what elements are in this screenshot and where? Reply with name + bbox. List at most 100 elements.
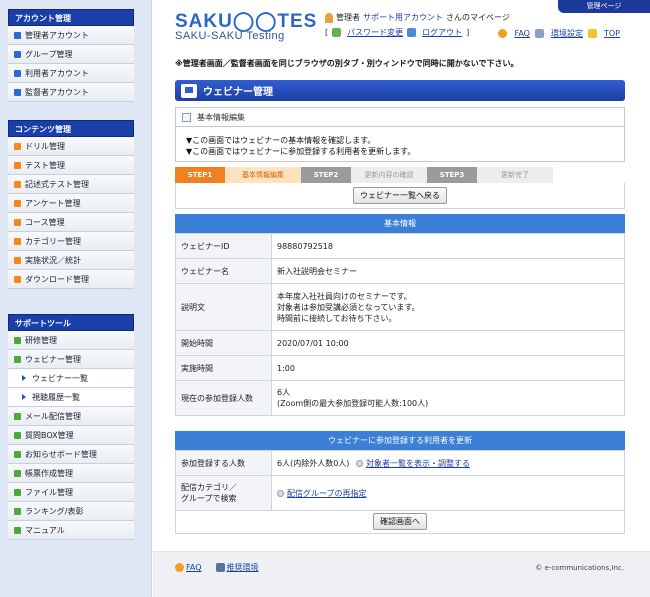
sidebar-section-title: アカウント管理 bbox=[8, 9, 134, 26]
sidebar-section: アカウント管理管理者アカウント グループ管理利用者アカウント 監督者アカウント bbox=[8, 9, 134, 102]
sidebar-item[interactable]: 視聴履歴一覧 bbox=[8, 388, 134, 407]
page-title: ウェビナー管理 bbox=[203, 87, 273, 98]
footer-env: 推奨環境 bbox=[215, 562, 259, 573]
menu-square-icon bbox=[14, 142, 21, 150]
row-key: ウェビナー名 bbox=[175, 258, 272, 284]
footer-links: FAQ 推奨環境 bbox=[175, 562, 259, 573]
menu-square-icon bbox=[14, 69, 21, 77]
sidebar-item[interactable]: ウェビナー管理 bbox=[8, 350, 134, 369]
sidebar-item-label: 管理者アカウント bbox=[25, 30, 89, 40]
table-row: 説明文 本年度入社社員向けのセミナーです。 対象者は参加受講必須となっています。… bbox=[175, 283, 625, 331]
sidebar-item[interactable]: コース管理 bbox=[8, 213, 134, 232]
menu-square-icon bbox=[14, 50, 21, 58]
sidebar-item-label: 利用者アカウント bbox=[25, 68, 89, 78]
sidebar-item[interactable]: 帳票作成管理 bbox=[8, 464, 134, 483]
sidebar-item-label: 監督者アカウント bbox=[25, 87, 89, 97]
sidebar-item-label: グループ管理 bbox=[25, 49, 73, 59]
menu-square-icon bbox=[14, 488, 21, 496]
account-links: [ パスワード変更 ログアウト ] bbox=[325, 27, 469, 38]
sidebar-item[interactable]: マニュアル bbox=[8, 521, 134, 540]
menu-square-icon bbox=[14, 199, 21, 207]
confirm-button-row: 確認画面へ bbox=[175, 510, 625, 534]
sidebar-item[interactable]: 研修管理 bbox=[8, 331, 134, 350]
sidebar-item[interactable]: ファイル管理 bbox=[8, 483, 134, 502]
logout-link[interactable]: ログアウト bbox=[422, 27, 462, 38]
update-table: 参加登録する人数 6人(内除外人数0人) 対象者一覧を表示・調整する 配信カテゴ… bbox=[175, 450, 625, 511]
sidebar-item[interactable]: ダウンロード管理 bbox=[8, 270, 134, 289]
sidebar-section: コンテンツ管理ドリル管理テスト管理 記述式テスト管理アンケート管理コース管理 カテゴ… bbox=[8, 120, 134, 289]
menu-square-icon bbox=[14, 507, 21, 515]
home-icon bbox=[587, 29, 597, 38]
table-row: ウェビナーID 98880792518 bbox=[175, 233, 625, 259]
footer: FAQ 推奨環境 © e-communications,Inc. bbox=[153, 551, 650, 597]
confirm-button[interactable]: 確認画面へ bbox=[373, 513, 427, 530]
admin-page-tab[interactable]: 管理ページ bbox=[558, 0, 650, 13]
basic-info-header: 基本情報 bbox=[175, 214, 625, 233]
menu-square-icon bbox=[14, 336, 21, 344]
panel-title: 基本情報編集 bbox=[197, 112, 245, 122]
table-row: 配信カテゴリ／ グループで検索 配信グループの再指定 bbox=[175, 475, 625, 511]
settings-link[interactable]: 環境設定 bbox=[551, 28, 583, 39]
respecify-group-link[interactable]: 配信グループの再指定 bbox=[287, 489, 367, 498]
show-targets-link[interactable]: 対象者一覧を表示・調整する bbox=[366, 459, 470, 468]
sidebar-item[interactable]: ランキング/表彰 bbox=[8, 502, 134, 521]
faq-link[interactable]: FAQ bbox=[514, 29, 530, 38]
top-link[interactable]: TOP bbox=[604, 29, 620, 38]
sidebar-item[interactable]: 監督者アカウント bbox=[8, 83, 134, 102]
sidebar-item[interactable]: 記述式テスト管理 bbox=[8, 175, 134, 194]
warning-text: ※管理者画面／監督者画面を同じブラウザの別タブ・別ウィンドウで同時に開かないで下… bbox=[175, 59, 519, 68]
table-row: 実施時間 1:00 bbox=[175, 355, 625, 381]
sidebar-item[interactable]: ウェビナー一覧 bbox=[8, 369, 134, 388]
menu-square-icon bbox=[14, 218, 21, 226]
row-key: 開始時間 bbox=[175, 330, 272, 356]
bracket-open: [ bbox=[325, 28, 329, 37]
menu-square-icon bbox=[14, 412, 21, 420]
header-nav: FAQ 環境設定 TOP bbox=[498, 28, 620, 39]
sidebar-item[interactable]: 管理者アカウント bbox=[8, 26, 134, 45]
sidebar-item-label: お知らせボード管理 bbox=[25, 449, 97, 459]
user-account: サポート用アカウント bbox=[363, 13, 443, 22]
sidebar-item[interactable]: お知らせボード管理 bbox=[8, 445, 134, 464]
edit-icon bbox=[182, 112, 191, 122]
key-icon bbox=[332, 28, 342, 37]
row-key: 説明文 bbox=[175, 283, 272, 331]
menu-square-icon bbox=[14, 469, 21, 477]
password-change-link[interactable]: パスワード変更 bbox=[347, 27, 403, 38]
description-line: 時間前に接続してお待ち下さい。 bbox=[277, 313, 397, 323]
sidebar-item-label: ファイル管理 bbox=[25, 487, 73, 497]
menu-square-icon bbox=[14, 355, 21, 363]
step-label: 更新完了 bbox=[477, 167, 553, 183]
menu-square-icon bbox=[14, 450, 21, 458]
sidebar-item[interactable]: 実施状況／統計 bbox=[8, 251, 134, 270]
footer-faq-link[interactable]: FAQ bbox=[186, 563, 202, 572]
panel-line-1: ▼この画面ではウェビナーの基本情報を確認します。 bbox=[186, 136, 376, 145]
bracket-close: ] bbox=[466, 28, 470, 37]
sidebar-item[interactable]: 質問BOX管理 bbox=[8, 426, 134, 445]
sidebar-item[interactable]: グループ管理 bbox=[8, 45, 134, 64]
description-line: 対象者は参加受講必須となっています。 bbox=[277, 302, 420, 312]
faq-icon bbox=[498, 29, 508, 38]
menu-square-icon bbox=[14, 256, 21, 264]
sidebar-item[interactable]: テスト管理 bbox=[8, 156, 134, 175]
sidebar-item-label: アンケート管理 bbox=[25, 198, 81, 208]
logo-bottom: SAKU-SAKU Testing bbox=[175, 30, 285, 42]
panel-line-2: ▼この画面ではウェビナーに参加登録する利用者を更新します。 bbox=[186, 147, 416, 156]
table-row: 開始時間 2020/07/01 10:00 bbox=[175, 330, 625, 356]
sidebar-item-label: ドリル管理 bbox=[25, 141, 65, 151]
sidebar-item[interactable]: アンケート管理 bbox=[8, 194, 134, 213]
sidebar-section-title: コンテンツ管理 bbox=[8, 120, 134, 137]
description-line: 本年度入社社員向けのセミナーです。 bbox=[277, 291, 412, 301]
step-number: STEP2 bbox=[301, 167, 351, 183]
step-indicator: STEP1 基本情報編集 STEP2 更新内容の確認 STEP3 更新完了 bbox=[175, 167, 625, 183]
registered-count: 6人 bbox=[277, 388, 291, 397]
footer-env-link[interactable]: 推奨環境 bbox=[227, 563, 259, 572]
sidebar-item[interactable]: 利用者アカウント bbox=[8, 64, 134, 83]
back-to-list-button[interactable]: ウェビナー一覧へ戻る bbox=[353, 187, 447, 204]
sidebar-item[interactable]: カテゴリー管理 bbox=[8, 232, 134, 251]
sidebar-item-label: マニュアル bbox=[25, 525, 65, 535]
sidebar-item[interactable]: メール配信管理 bbox=[8, 407, 134, 426]
sidebar-item-label: ウェビナー管理 bbox=[25, 354, 81, 364]
sidebar-item[interactable]: ドリル管理 bbox=[8, 137, 134, 156]
step-label: 基本情報編集 bbox=[225, 167, 301, 183]
participant-count: 6人(内除外人数0人) bbox=[277, 458, 350, 468]
